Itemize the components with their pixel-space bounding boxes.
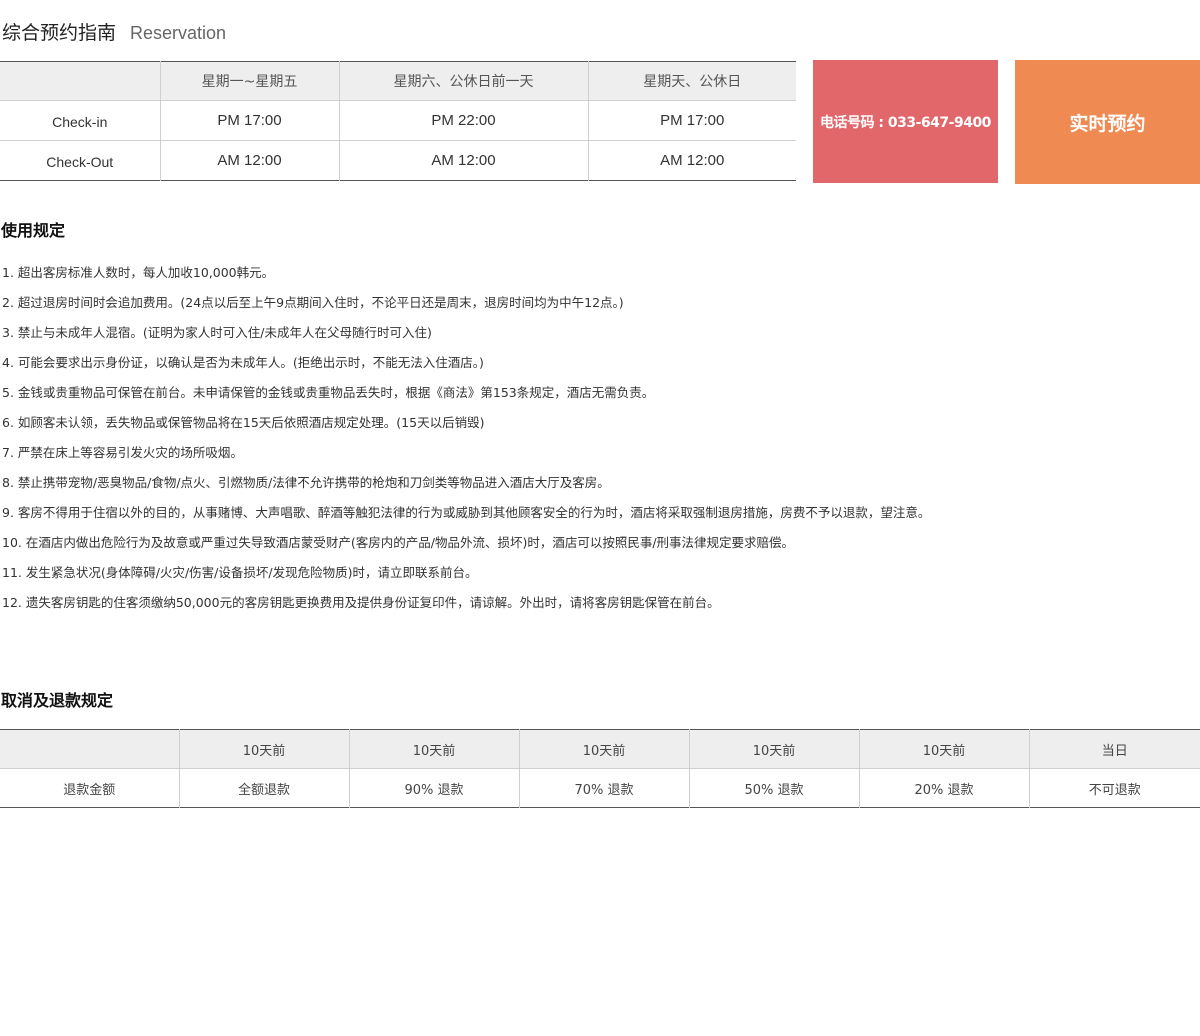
rule-item: 5. 金钱或贵重物品可保管在前台。未申请保管的金钱或贵重物品丢失时，根据《商法》… bbox=[2, 385, 655, 400]
refund-cell: 全额退款 bbox=[179, 768, 350, 808]
schedule-header-cell: 星期一~星期五 bbox=[160, 61, 340, 101]
time-cell: PM 22:00 bbox=[339, 100, 589, 141]
rule-item: 11. 发生紧急状况(身体障碍/火灾/伤害/设备损坏/发现危险物质)时，请立即联… bbox=[2, 565, 478, 580]
rule-item: 4. 可能会要求出示身份证，以确认是否为未成年人。(拒绝出示时，不能无法入住酒店… bbox=[2, 355, 484, 370]
rule-item: 12. 遗失客房钥匙的住客须缴纳50,000元的客房钥匙更换费用及提供身份证复印… bbox=[2, 595, 720, 610]
time-cell: AM 12:00 bbox=[660, 152, 725, 169]
refund-header-cell: 10天前 bbox=[689, 729, 860, 769]
realtime-reservation-button[interactable]: 实时预约 bbox=[1015, 60, 1200, 184]
rules-section-title: 使用规定 bbox=[1, 221, 66, 240]
refund-header-cell: 10天前 bbox=[179, 729, 350, 769]
time-cell: PM 17:00 bbox=[160, 100, 340, 141]
checkin-row: Check-in PM 17:00 PM 22:00 PM 17:00 bbox=[0, 100, 796, 141]
rule-item: 8. 禁止携带宠物/恶臭物品/食物/点火、引燃物质/法律不允许携带的枪炮和刀剑类… bbox=[2, 475, 610, 490]
time-cell: PM 17:00 bbox=[660, 112, 725, 129]
refund-cell: 50% 退款 bbox=[689, 768, 860, 808]
row-label: 退款金额 bbox=[0, 768, 180, 808]
schedule-header-cell: 星期天、公休日 bbox=[643, 74, 742, 90]
refund-header-cell: 10天前 bbox=[349, 729, 520, 769]
refund-header-cell: 10天前 bbox=[519, 729, 690, 769]
rule-item: 1. 超出客房标准人数时，每人加收10,000韩元。 bbox=[2, 265, 275, 280]
refund-section-title: 取消及退款规定 bbox=[1, 691, 114, 710]
rule-item: 9. 客房不得用于住宿以外的目的，从事赌博、大声唱歌、醉酒等触犯法律的行为或威胁… bbox=[2, 505, 931, 520]
phone-number-button[interactable]: 电话号码 : 033-647-9400 bbox=[813, 60, 998, 183]
checkin-schedule-table: 星期一~星期五 星期六、公休日前一天 星期天、公休日 Check-in PM 1… bbox=[0, 61, 796, 181]
time-cell: AM 12:00 bbox=[339, 140, 589, 181]
rules-list: 1. 超出客房标准人数时，每人加收10,000韩元。 2. 超过退房时间时会追加… bbox=[2, 258, 930, 618]
row-label: Check-Out bbox=[0, 140, 161, 181]
refund-header-cell: 10天前 bbox=[859, 729, 1030, 769]
row-label: Check-in bbox=[0, 100, 161, 141]
schedule-header-row: 星期一~星期五 星期六、公休日前一天 星期天、公休日 bbox=[0, 61, 796, 101]
rule-item: 10. 在酒店内做出危险行为及故意或严重过失导致酒店蒙受财产(客房内的产品/物品… bbox=[2, 535, 795, 550]
rule-item: 6. 如顾客未认领，丢失物品或保管物品将在15天后依照酒店规定处理。(15天以后… bbox=[2, 415, 485, 430]
page-title: 综合预约指南 bbox=[2, 22, 117, 44]
rule-item: 7. 严禁在床上等容易引发火灾的场所吸烟。 bbox=[2, 445, 243, 460]
refund-cell: 20% 退款 bbox=[859, 768, 1030, 808]
refund-header-row: 10天前 10天前 10天前 10天前 10天前 当日 bbox=[0, 729, 1200, 769]
refund-header-cell: 当日 bbox=[1101, 743, 1128, 759]
refund-header-cell bbox=[0, 729, 180, 769]
refund-cell: 90% 退款 bbox=[349, 768, 520, 808]
page-header: 综合预约指南 Reservation bbox=[2, 18, 226, 48]
schedule-header-cell: 星期六、公休日前一天 bbox=[339, 61, 589, 101]
refund-cell: 不可退款 bbox=[1088, 782, 1141, 798]
schedule-header-cell bbox=[0, 61, 161, 101]
page-subtitle: Reservation bbox=[130, 23, 227, 43]
refund-amount-row: 退款金额 全额退款 90% 退款 70% 退款 50% 退款 20% 退款 不可… bbox=[0, 768, 1200, 808]
checkout-row: Check-Out AM 12:00 AM 12:00 AM 12:00 bbox=[0, 140, 796, 181]
time-cell: AM 12:00 bbox=[160, 140, 340, 181]
refund-policy-table: 10天前 10天前 10天前 10天前 10天前 当日 退款金额 全额退款 90… bbox=[0, 729, 1200, 808]
rule-item: 3. 禁止与未成年人混宿。(证明为家人时可入住/未成年人在父母随行时可入住) bbox=[2, 325, 432, 340]
rule-item: 2. 超过退房时间时会追加费用。(24点以后至上午9点期间入住时，不论平日还是周… bbox=[2, 295, 624, 310]
refund-cell: 70% 退款 bbox=[519, 768, 690, 808]
